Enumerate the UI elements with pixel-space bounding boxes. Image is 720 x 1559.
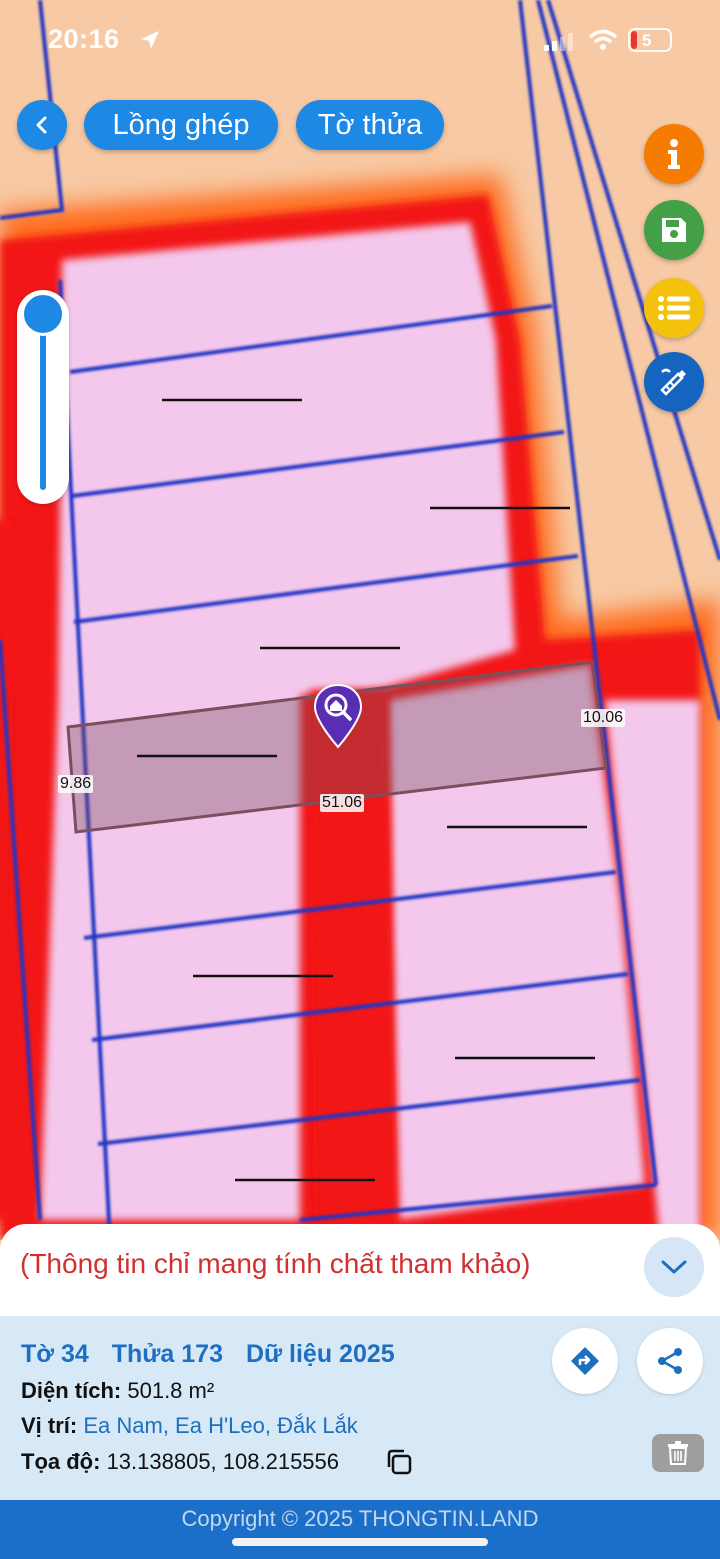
list-button[interactable] bbox=[644, 278, 704, 338]
save-button[interactable] bbox=[644, 200, 704, 260]
location-label: Vị trí: bbox=[21, 1413, 78, 1438]
status-bar: 20:16 5 bbox=[0, 0, 720, 80]
wifi-icon bbox=[588, 29, 618, 50]
zoom-slider[interactable] bbox=[17, 290, 69, 504]
zoom-slider-track bbox=[40, 314, 46, 490]
directions-button[interactable] bbox=[552, 1328, 618, 1394]
home-indicator[interactable] bbox=[232, 1538, 488, 1546]
coordinate-row: Tọa độ: 13.138805, 108.215556 bbox=[21, 1449, 339, 1475]
search-house-pin-icon[interactable] bbox=[313, 683, 363, 749]
measure-tool-icon bbox=[660, 368, 686, 396]
disclaimer-text: (Thông tin chỉ mang tính chất tham khảo) bbox=[20, 1248, 531, 1279]
cell-signal-icon bbox=[544, 33, 573, 51]
footer: Copyright © 2025 THONGTIN.LAND bbox=[0, 1500, 720, 1559]
share-icon bbox=[658, 1348, 682, 1374]
dimension-label-right: 10.06 bbox=[581, 709, 626, 727]
copyright-text: Copyright © 2025 THONGTIN.LAND bbox=[181, 1506, 539, 1531]
info-button[interactable] bbox=[644, 124, 704, 184]
measure-tool-button[interactable] bbox=[644, 352, 704, 412]
zoom-slider-handle[interactable] bbox=[21, 292, 65, 336]
trash-icon bbox=[668, 1441, 688, 1465]
location-row: Vị trí: Ea Nam, Ea H'Leo, Đắk Lắk bbox=[21, 1413, 358, 1439]
collapse-panel-button[interactable] bbox=[644, 1237, 704, 1297]
coordinate-label: Tọa độ: bbox=[21, 1449, 101, 1474]
location-arrow-icon bbox=[141, 31, 159, 49]
directions-icon bbox=[571, 1347, 599, 1375]
chevron-down-icon bbox=[661, 1260, 687, 1274]
data-year: Dữ liệu 2025 bbox=[245, 1340, 395, 1368]
cadastral-map[interactable] bbox=[0, 0, 720, 1240]
location-value[interactable]: Ea Nam, Ea H'Leo, Đắk Lắk bbox=[83, 1413, 357, 1438]
coordinate-value: 13.138805, 108.215556 bbox=[106, 1449, 340, 1474]
info-icon bbox=[668, 139, 680, 169]
save-icon bbox=[662, 218, 686, 242]
parcel-number: Thửa 173 bbox=[111, 1340, 223, 1368]
share-button[interactable] bbox=[637, 1328, 703, 1394]
area-label: Diện tích: bbox=[21, 1378, 122, 1403]
back-button[interactable] bbox=[17, 100, 67, 150]
parcel-sheet-button[interactable]: Tờ thửa bbox=[296, 100, 444, 150]
area-row: Diện tích: 501.8 m² bbox=[21, 1378, 214, 1404]
delete-button[interactable] bbox=[652, 1434, 704, 1472]
list-icon bbox=[658, 296, 690, 320]
app-screen: 20:16 5 Lồng ghép Tờ thửa 9.86 10.06 51.… bbox=[0, 0, 720, 1559]
copy-icon[interactable] bbox=[385, 1448, 413, 1476]
battery-level: 5 bbox=[642, 31, 652, 50]
chevron-left-icon bbox=[36, 116, 47, 134]
dimension-label-left: 9.86 bbox=[58, 775, 94, 793]
area-value: 501.8 m² bbox=[127, 1378, 215, 1403]
sheet-number: Tờ 34 bbox=[21, 1340, 89, 1368]
dimension-label-bottom: 51.06 bbox=[320, 794, 365, 812]
overlay-button[interactable]: Lồng ghép bbox=[84, 100, 278, 150]
clock: 20:16 bbox=[48, 24, 120, 54]
battery-icon: 5 bbox=[628, 28, 672, 52]
parcel-header: Tờ 34 Thửa 173 Dữ liệu 2025 bbox=[21, 1340, 411, 1369]
